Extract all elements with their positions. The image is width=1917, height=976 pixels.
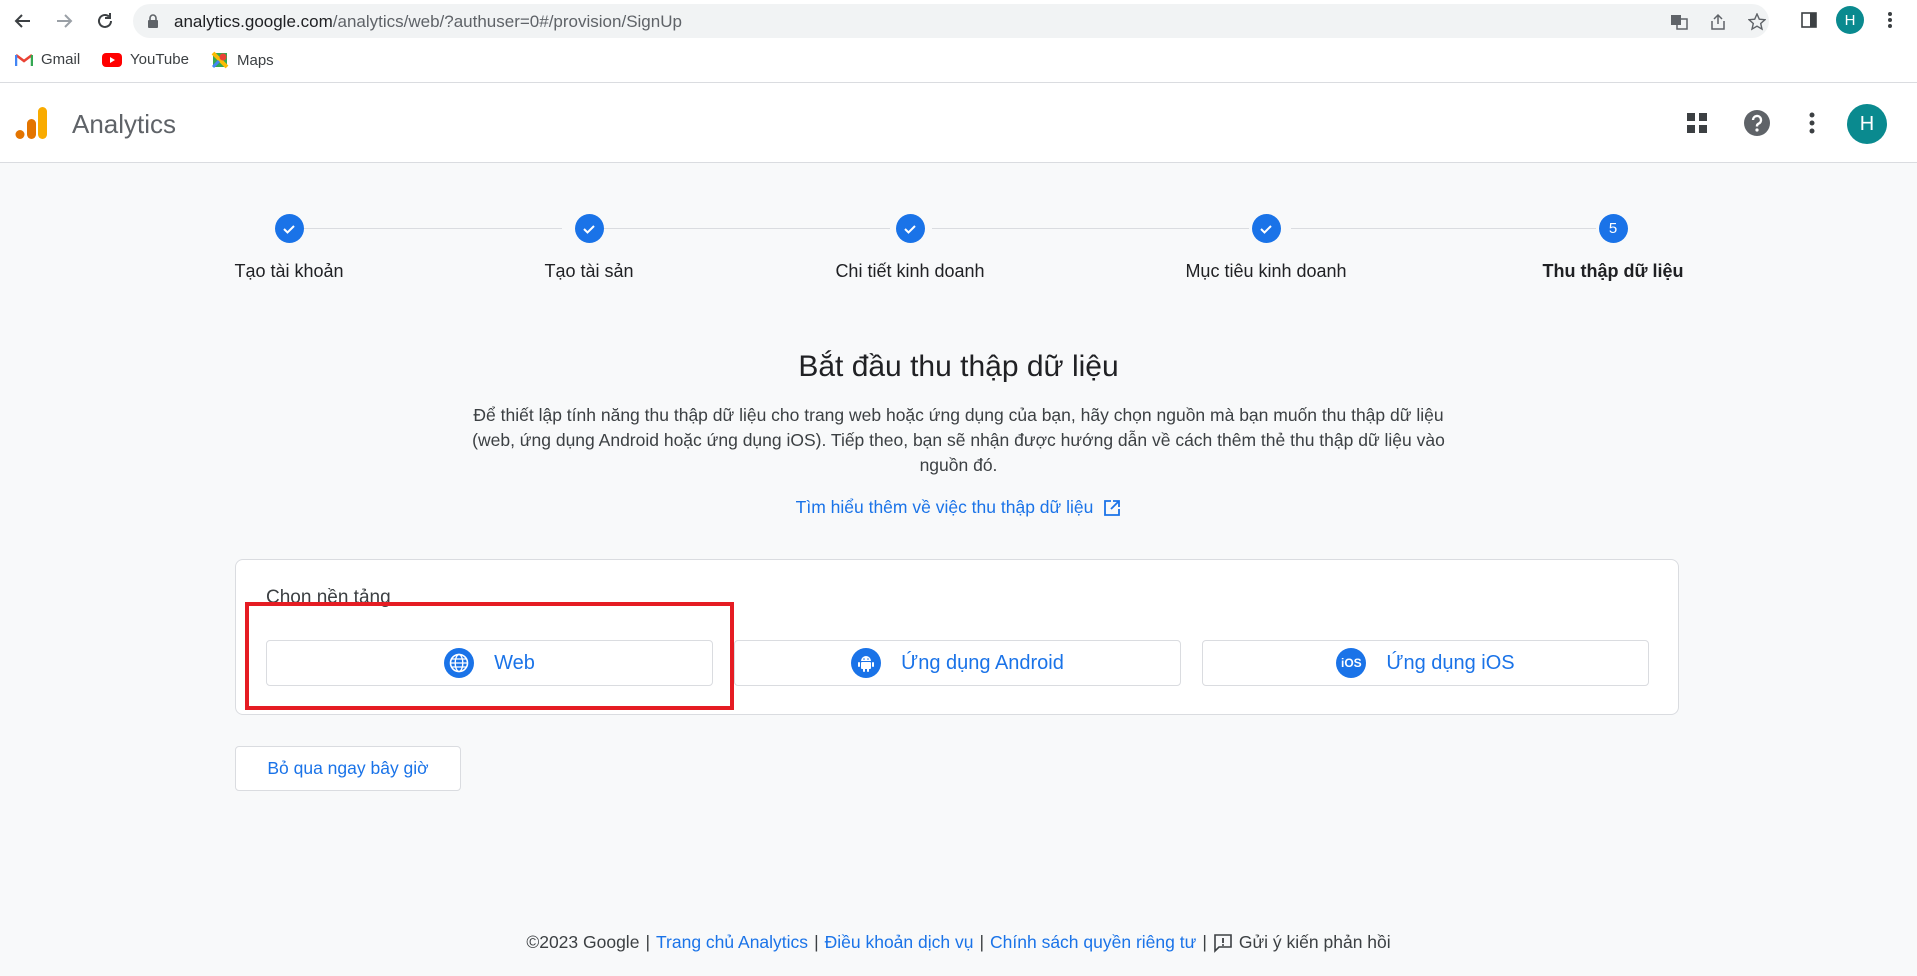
lock-icon — [148, 14, 158, 28]
browser-menu-icon[interactable] — [1880, 10, 1900, 30]
forward-button[interactable] — [51, 8, 77, 34]
footer-link-privacy[interactable]: Chính sách quyền riêng tư — [990, 932, 1196, 953]
bookmark-label: YouTube — [130, 51, 189, 68]
browser-profile-avatar[interactable]: H — [1836, 6, 1864, 34]
open-in-new-icon — [1104, 499, 1121, 516]
check-icon — [895, 214, 925, 243]
step-data-collection: 5 Thu thập dữ liệu — [1493, 214, 1733, 282]
page-description: Để thiết lập tính năng thu thập dữ liệu … — [472, 405, 1445, 475]
ios-platform-button[interactable]: iOS Ứng dụng iOS — [1202, 640, 1649, 686]
separator: | — [645, 932, 650, 952]
separator: | — [814, 932, 819, 952]
help-button[interactable] — [1739, 105, 1775, 141]
separator: | — [1202, 932, 1207, 952]
step-label: Mục tiêu kinh doanh — [1185, 261, 1347, 281]
bookmark-gmail[interactable]: Gmail — [15, 51, 80, 68]
address-bar[interactable]: analytics.google.com/analytics/web/?auth… — [133, 4, 1769, 38]
gmail-icon — [15, 53, 33, 66]
bookmark-maps[interactable]: Maps — [211, 51, 274, 69]
footer: ©2023 Google | Trang chủ Analytics | Điề… — [0, 932, 1917, 953]
feedback-button[interactable]: Gửi ý kiến phản hồi — [1213, 932, 1391, 953]
step-label: Chi tiết kinh doanh — [835, 261, 985, 281]
step-business-objectives: Mục tiêu kinh doanh — [1146, 214, 1386, 282]
share-icon[interactable] — [1708, 12, 1728, 32]
check-icon — [1251, 214, 1281, 243]
bookmark-label: Maps — [237, 51, 274, 69]
app-header: Analytics H — [0, 83, 1917, 163]
translate-icon[interactable] — [1669, 12, 1689, 32]
apps-grid-button[interactable] — [1679, 105, 1715, 141]
footer-link-terms[interactable]: Điều khoản dịch vụ — [825, 932, 974, 953]
youtube-icon — [102, 52, 122, 67]
more-options-button[interactable] — [1794, 105, 1830, 141]
step-create-property: Tạo tài sản — [469, 214, 709, 282]
url-text: analytics.google.com/analytics/web/?auth… — [174, 12, 682, 31]
highlight-box — [245, 602, 734, 710]
reload-button[interactable] — [92, 8, 118, 34]
android-platform-button[interactable]: Ứng dụng Android — [734, 640, 1181, 686]
copyright: ©2023 Google — [526, 932, 640, 952]
android-icon — [851, 648, 882, 678]
user-avatar[interactable]: H — [1847, 104, 1887, 144]
step-business-details: Chi tiết kinh doanh — [790, 214, 1030, 282]
step-label: Tạo tài sản — [544, 261, 634, 281]
maps-icon — [211, 51, 229, 69]
footer-link-analytics-home[interactable]: Trang chủ Analytics — [656, 932, 808, 953]
help-icon — [1744, 110, 1770, 136]
check-icon — [274, 214, 304, 243]
bookmarks-bar: Gmail YouTube Maps — [0, 41, 1917, 83]
step-number: 5 — [1598, 214, 1628, 243]
bookmark-youtube[interactable]: YouTube — [102, 51, 189, 68]
forward-arrow-icon — [57, 14, 73, 28]
step-create-account: Tạo tài khoản — [169, 214, 409, 282]
back-arrow-icon — [14, 14, 30, 28]
more-vert-icon — [1809, 112, 1815, 134]
platform-label: Ứng dụng Android — [901, 651, 1064, 674]
analytics-logo-icon — [15, 107, 47, 139]
bookmark-label: Gmail — [41, 51, 81, 68]
back-button[interactable] — [10, 8, 36, 34]
reload-icon — [98, 13, 112, 28]
browser-toolbar: analytics.google.com/analytics/web/?auth… — [0, 0, 1917, 41]
learn-more-link[interactable]: Tìm hiểu thêm về việc thu thập dữ liệu — [0, 497, 1917, 518]
side-panel-icon[interactable] — [1799, 10, 1819, 30]
apps-grid-icon — [1687, 113, 1707, 133]
page-title: Bắt đầu thu thập dữ liệu — [798, 350, 1119, 383]
platform-label: Ứng dụng iOS — [1386, 651, 1515, 674]
feedback-icon — [1214, 933, 1232, 953]
bookmark-star-icon[interactable] — [1747, 12, 1767, 32]
skip-button[interactable]: Bỏ qua ngay bây giờ — [235, 746, 461, 791]
step-label: Thu thập dữ liệu — [1542, 261, 1684, 281]
ios-icon: iOS — [1336, 648, 1367, 678]
step-label: Tạo tài khoản — [234, 261, 344, 281]
app-title: Analytics — [72, 109, 177, 139]
separator: | — [979, 932, 985, 952]
learn-more-label: Tìm hiểu thêm về việc thu thập dữ liệu — [795, 497, 1094, 517]
check-icon — [574, 214, 604, 243]
signup-stepper: Tạo tài khoản Tạo tài sản Chi tiết kinh … — [0, 200, 1917, 300]
feedback-label: Gửi ý kiến phản hồi — [1238, 932, 1391, 952]
